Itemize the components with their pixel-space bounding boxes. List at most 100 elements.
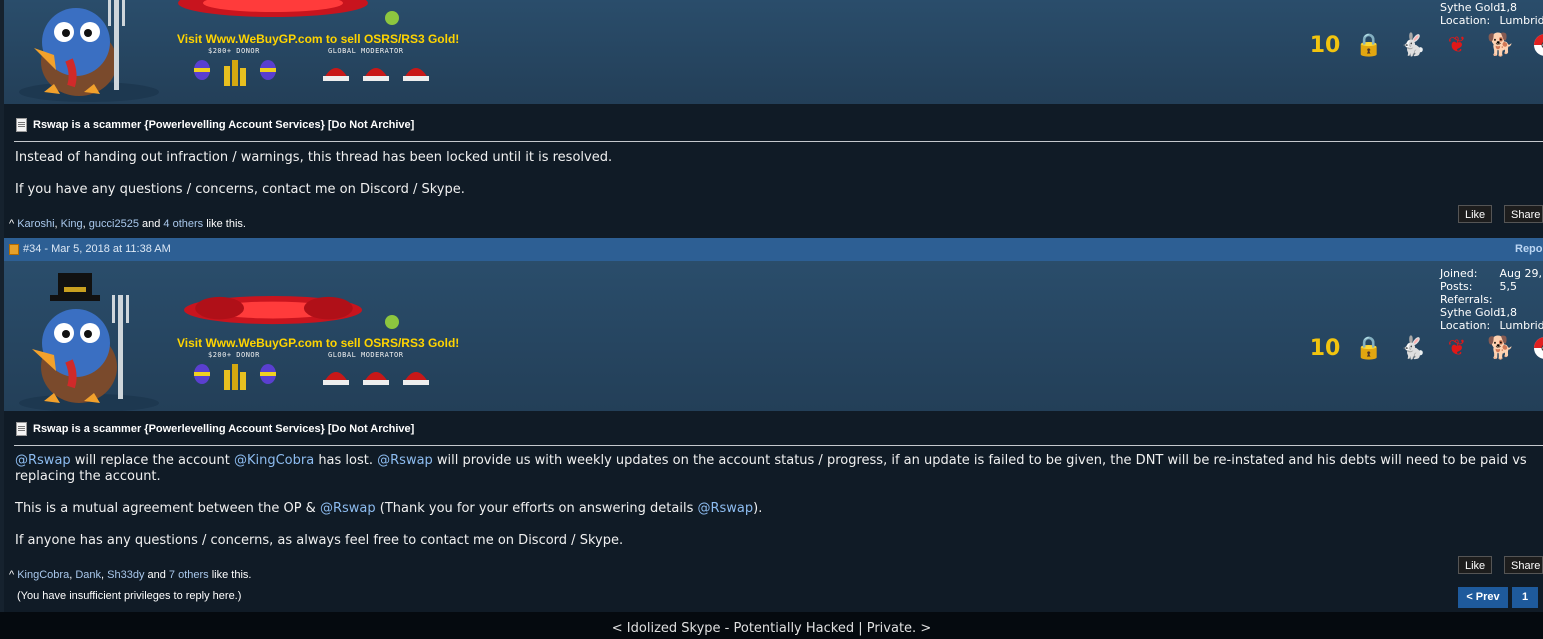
champ-logo [178,0,368,17]
prev-page-button[interactable]: < Prev [1458,587,1508,608]
stat-value: Aug 29, 20 [1499,267,1543,280]
turkey-avatar[interactable] [14,265,164,411]
text-run: has lost. [314,453,378,468]
document-icon [16,118,27,132]
post-paragraph: This is a mutual agreement between the O… [15,501,762,516]
santa-hat-icon [363,372,389,385]
likes-prefix: ^ [9,218,18,230]
promo-text[interactable]: Visit Www.WeBuyGP.com to sell OSRS/RS3 G… [177,32,459,46]
likes-summary: ^ KingCobra, Dank, Sh33dy and 7 others l… [9,569,252,581]
stat-label: Referrals: [1440,293,1493,306]
stat-value: Lumbrid [1499,319,1543,332]
gold-coins-icon [224,60,246,86]
like-button[interactable]: Like [1458,205,1493,223]
ten-year-icon[interactable]: 10 [1310,333,1341,363]
pokeball-icon[interactable] [1530,30,1543,60]
like-button[interactable]: Like [1458,556,1493,574]
turkey-avatar[interactable] [14,0,164,104]
promo-text[interactable]: Visit Www.WeBuyGP.com to sell OSRS/RS3 G… [177,336,459,350]
post-2-header: Visit Www.WeBuyGP.com to sell OSRS/RS3 G… [4,261,1543,411]
ten-year-icon[interactable]: 10 [1310,30,1341,60]
stat-label: Location: [1440,14,1491,27]
post-paragraph-continued: replacing the account. [15,469,161,484]
doge-icon[interactable]: 🐕 [1486,30,1516,60]
santa-hat-icon [323,68,349,81]
stat-value: Lumbrid [1499,14,1543,27]
share-button[interactable]: Share [1504,556,1543,574]
lock-icon[interactable]: 🔒 [1354,333,1384,363]
liker-link[interactable]: gucci2525 [89,218,139,230]
stat-label: Location: [1440,319,1491,332]
text-run: (Thank you for your efforts on answering… [375,501,698,516]
rank-label-moderator: GLOBAL MODERATOR [328,351,404,359]
rank-label-donor: $200+ DONOR [208,47,260,55]
likes-suffix: like this. [203,218,246,230]
rank-label-moderator: GLOBAL MODERATOR [328,47,404,55]
mention-link[interactable]: @Rswap [697,501,753,516]
title-divider [14,445,1543,446]
santa-hat-icon [403,372,429,385]
stat-label: Sythe Gold: [1440,306,1505,319]
report-link[interactable]: Repo [1515,243,1543,255]
mention-link[interactable]: @Rswap [15,453,71,468]
liker-link[interactable]: King [61,218,83,230]
mention-link[interactable]: @KingCobra [234,453,314,468]
moderator-hats [322,58,430,82]
text-run: This is a mutual agreement between the O… [15,501,320,516]
likes-prefix: ^ [9,569,18,581]
easter-egg-icon [260,60,276,80]
likes-suffix: like this. [208,569,252,581]
liker-link[interactable]: KingCobra [17,569,69,581]
stat-value: 1,8 [1499,1,1518,14]
bunny-icon[interactable]: 🐇 [1398,333,1428,363]
stat-label: Posts: [1440,280,1473,293]
text-run: will replace the account [70,453,234,468]
permalink-text[interactable]: #34 - Mar 5, 2018 at 11:38 AM [23,243,171,255]
online-status-dot [385,315,399,329]
post-text: Instead of handing out infraction / warn… [15,150,613,165]
post-meta-bar: #34 - Mar 5, 2018 at 11:38 AM Repo [4,238,1543,261]
likes-summary: ^ Karoshi, King, gucci2525 and 4 others … [9,218,246,230]
champ-logo [183,295,363,325]
post-title: Rswap is a scammer {Powerlevelling Accou… [16,422,414,436]
likes-others-link[interactable]: 7 others [169,569,209,581]
post-text: If you have any questions / concerns, co… [15,182,465,197]
permalink-icon [9,243,19,255]
doge-icon[interactable]: 🐕 [1486,333,1516,363]
bunny-icon[interactable]: 🐇 [1398,30,1428,60]
page-1-button[interactable]: 1 [1512,587,1538,608]
lock-icon[interactable]: 🔒 [1354,30,1384,60]
rank-label-donor: $200+ DONOR [208,351,260,359]
share-button[interactable]: Share [1504,205,1543,223]
online-status-dot [385,11,399,25]
post-1-header: Visit Www.WeBuyGP.com to sell OSRS/RS3 G… [4,0,1543,104]
user-stats: Joined: Aug 29, 20 Posts: 5,5 Referrals:… [1440,267,1543,332]
text-run: will provide us with weekly updates on t… [432,453,1527,468]
mention-link[interactable]: @Rswap [320,501,376,516]
liker-link[interactable]: Karoshi [17,218,54,230]
document-icon [16,422,27,436]
award-icons: 10 🔒 🐇 ❦ 🐕 [1310,333,1543,363]
likes-others-link[interactable]: 4 others [163,218,203,230]
award-icons: 10 🔒 🐇 ❦ 🐕 [1310,30,1543,60]
gold-coins-icon [224,364,246,390]
santa-hat-icon [323,372,349,385]
likes-and: and [138,218,164,230]
mention-link[interactable]: @Rswap [377,453,433,468]
liker-link[interactable]: Sh33dy [107,569,144,581]
easter-egg-icon [194,60,210,80]
stat-value: 1,8 [1499,306,1518,319]
post-title-text: Rswap is a scammer {Powerlevelling Accou… [33,423,415,435]
ribbon-icon[interactable]: ❦ [1442,30,1472,60]
permalink[interactable]: #34 - Mar 5, 2018 at 11:38 AM [9,243,171,255]
easter-egg-icon [260,364,276,384]
title-divider [14,141,1543,142]
santa-hat-icon [403,68,429,81]
stat-label: Joined: [1440,267,1478,280]
post-paragraph: @Rswap will replace the account @KingCob… [15,453,1527,468]
liker-link[interactable]: Dank [75,569,101,581]
text-run: ). [753,501,763,516]
ribbon-icon[interactable]: ❦ [1442,333,1472,363]
pokeball-icon[interactable] [1530,333,1543,363]
stat-label: Sythe Gold: [1440,1,1505,14]
